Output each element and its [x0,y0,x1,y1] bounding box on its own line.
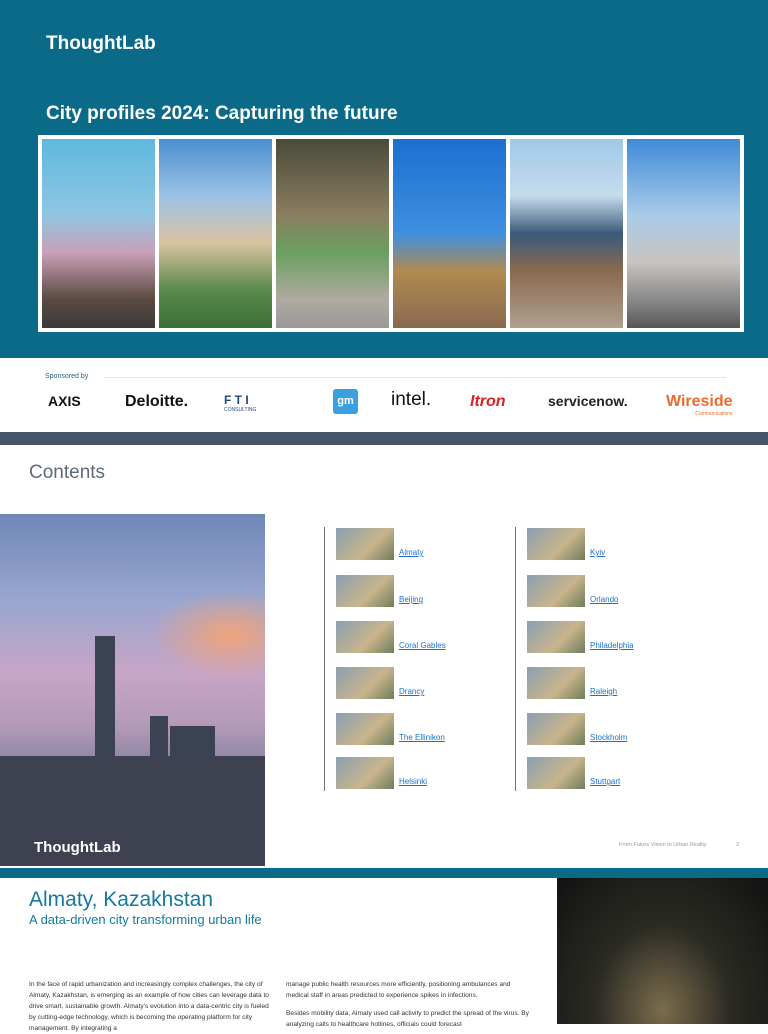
toc-item-kyiv[interactable]: Kyiv [527,528,605,560]
city-photo-strip [38,135,744,332]
toc-item-stuttgart[interactable]: Stuttgart [527,757,620,789]
report-title: City profiles 2024: Capturing the future [46,103,398,124]
body-column-2b: Besides mobility data, Almaty used call … [286,1010,529,1028]
thumbnail [336,667,394,699]
toc-link[interactable]: Stuttgart [590,777,620,786]
toc-link[interactable]: Raleigh [590,687,617,696]
thumbnail [336,713,394,745]
beijing-skyline-image [0,514,265,866]
sponsor-logo-fti: F T I CONSULTING [224,393,256,413]
toc-item-philadelphia[interactable]: Philadelphia [527,621,634,653]
toc-item-beijing[interactable]: Beijing [336,575,423,607]
sponsor-logo-itron: Itron [470,393,506,410]
sponsor-logo-servicenow: servicenow. [548,393,628,409]
toc-item-drancy[interactable]: Drancy [336,667,424,699]
toc-item-stockholm[interactable]: Stockholm [527,713,627,745]
sponsor-logo-deloitte: Deloitte. [125,393,189,410]
toc-link[interactable]: Stockholm [590,733,627,742]
city-title: Almaty, Kazakhstan [29,888,214,911]
sponsor-logo-wireside: Wireside Communications [666,393,733,417]
fti-sub: CONSULTING [224,407,257,413]
photo-philadelphia [627,139,740,328]
toc-item-raleigh[interactable]: Raleigh [527,667,617,699]
column-divider [324,527,325,791]
page-number: 2 [736,842,740,848]
fti-text: F T I [224,393,249,407]
toc-item-coral-gables[interactable]: Coral Gables [336,621,446,653]
page-separator [0,432,768,445]
sponsor-logo-axis: AXIS [48,393,81,409]
contents-heading: Contents [29,462,106,483]
sponsor-logo-gm: gm [333,389,358,414]
thumbnail [527,528,585,560]
thumbnail [336,757,394,789]
toc-link[interactable]: Drancy [399,687,424,696]
thumbnail [527,667,585,699]
toc-link[interactable]: Helsinki [399,777,427,786]
page-header-bar [0,868,768,878]
toc-item-orlando[interactable]: Orlando [527,575,618,607]
thumbnail [336,621,394,653]
toc-item-the-ellinikon[interactable]: The Ellinikon [336,713,445,745]
toc-item-almaty[interactable]: Almaty [336,528,423,560]
body-column-1: In the face of rapid urbanization and in… [29,981,269,1032]
photo-beijing [510,139,623,328]
column-divider [515,527,516,791]
sponsors-band [0,358,768,432]
wireside-sub: Communications [695,411,733,417]
page-footer: From Future Vision to Urban Reality [619,842,707,848]
toc-link[interactable]: Beijing [399,595,423,604]
brand-logo: ThoughtLab [46,33,156,54]
thumbnail [527,713,585,745]
toc-link[interactable]: Kyiv [590,548,605,557]
sponsor-logo-intel: intel. [391,389,432,410]
toc-link[interactable]: Philadelphia [590,641,634,650]
body-column-2a: manage public health resources more effi… [286,981,511,999]
toc-link[interactable]: Orlando [590,595,618,604]
toc-link[interactable]: The Ellinikon [399,733,445,742]
city-subtitle: A data-driven city transforming urban li… [29,912,262,927]
sunset-glow [150,590,265,680]
wireside-text: Wireside [666,393,733,410]
thumbnail [527,621,585,653]
thumbnail [336,575,394,607]
toc-item-helsinki[interactable]: Helsinki [336,757,427,789]
thumbnail [527,757,585,789]
thumbnail [527,575,585,607]
photo-coral-gables [159,139,272,328]
almaty-cathedral-image [557,878,768,1024]
image-brand: ThoughtLab [34,839,121,856]
photo-kyiv [393,139,506,328]
toc-link[interactable]: Coral Gables [399,641,446,650]
divider [104,377,726,378]
photo-orlando [42,139,155,328]
toc-link[interactable]: Almaty [399,548,423,557]
sponsored-by-label: Sponsored by [45,373,89,380]
photo-helsinki [276,139,389,328]
thumbnail [336,528,394,560]
